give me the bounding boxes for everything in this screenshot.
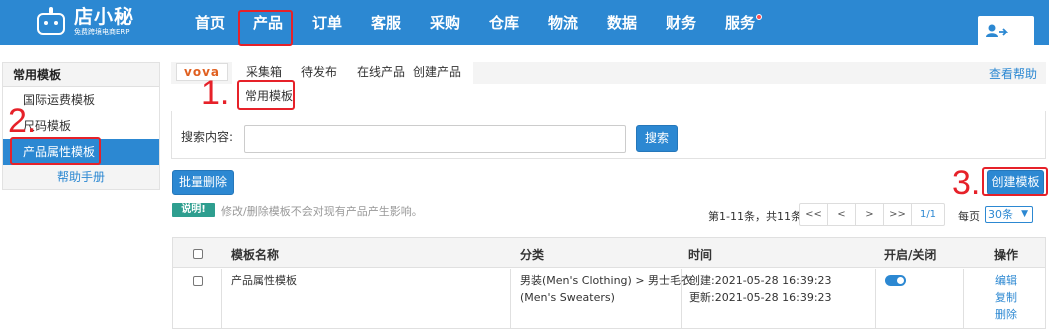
- header-template-name: 模板名称: [231, 248, 280, 262]
- chevron-down-icon: ▼: [1021, 209, 1028, 219]
- row-template-name: 产品属性模板: [231, 274, 297, 287]
- row-checkbox[interactable]: [193, 276, 203, 286]
- select-all-checkbox[interactable]: [193, 249, 203, 259]
- last-page-button[interactable]: >>: [884, 204, 912, 225]
- note-text: 修改/删除模板不会对现有产品产生影响。: [221, 205, 423, 218]
- nav-orders[interactable]: 订单: [312, 12, 342, 34]
- search-input[interactable]: [244, 125, 626, 153]
- user-switch-icon: [986, 24, 1008, 37]
- nav-data[interactable]: 数据: [607, 12, 637, 34]
- sidebar-help-link[interactable]: 帮助手册: [3, 165, 159, 191]
- tab-collection-box[interactable]: 采集箱: [246, 63, 282, 81]
- per-page-select[interactable]: 30条 ▼: [985, 206, 1033, 223]
- annotation-number-2: 2.: [8, 102, 37, 140]
- row-category-line1: 男装(Men's Clothing) > 男士毛衣: [520, 274, 693, 287]
- header-time: 时间: [688, 248, 713, 262]
- brand-logo[interactable]: 店小秘 免费跨境电商ERP: [34, 6, 134, 38]
- nav-home[interactable]: 首页: [195, 12, 225, 34]
- note-badge: 说明!: [172, 203, 215, 217]
- nav-services[interactable]: 服务: [725, 12, 755, 34]
- view-help-link[interactable]: 查看帮助: [989, 65, 1037, 82]
- table-header: 模板名称 分类 时间 开启/关闭 操作: [173, 238, 1045, 268]
- row-edit-link[interactable]: 编辑: [995, 272, 1017, 288]
- annotation-box-sidebar: [10, 137, 101, 165]
- search-label: 搜索内容:: [181, 130, 234, 144]
- tab-pending-publish[interactable]: 待发布: [301, 63, 337, 81]
- per-page-label: 每页: [958, 210, 980, 223]
- nav-logistics[interactable]: 物流: [548, 12, 578, 34]
- brand-tagline: 免费跨境电商ERP: [74, 28, 130, 36]
- pagination-summary: 第1-11条，共11条: [708, 210, 802, 223]
- robot-logo-icon: [34, 7, 68, 37]
- annotation-number-3: 3.: [952, 164, 981, 202]
- nav-warehouse[interactable]: 仓库: [489, 12, 519, 34]
- nav-purchasing[interactable]: 采购: [430, 12, 460, 34]
- annotation-box-subtab: [237, 80, 295, 110]
- bulk-delete-button[interactable]: 批量删除: [172, 170, 234, 195]
- header-actions: 操作: [994, 248, 1019, 262]
- row-created-time: 创建:2021-05-28 16:39:23: [689, 274, 832, 287]
- row-delete-link[interactable]: 删除: [995, 306, 1017, 322]
- row-copy-link[interactable]: 复制: [995, 289, 1017, 305]
- tab-online-products[interactable]: 在线产品: [357, 63, 405, 81]
- sidebar-title: 常用模板: [3, 63, 159, 87]
- row-enable-toggle[interactable]: [885, 275, 906, 286]
- user-menu-button[interactable]: [978, 16, 1034, 45]
- row-updated-time: 更新:2021-05-28 16:39:23: [689, 291, 832, 304]
- header-toggle: 开启/关闭: [884, 248, 937, 262]
- search-button[interactable]: 搜索: [636, 125, 678, 152]
- pagination: << < > >> 1/1: [799, 203, 945, 226]
- nav-finance[interactable]: 财务: [666, 12, 696, 34]
- tab-create-product[interactable]: 创建产品: [413, 63, 461, 81]
- per-page-value: 30条: [988, 208, 1013, 221]
- top-navbar: 店小秘 免费跨境电商ERP 首页 产品 订单 客服 采购 仓库 物流 数据 财务…: [0, 0, 1049, 45]
- nav-customer-service[interactable]: 客服: [371, 12, 401, 34]
- header-category: 分类: [520, 248, 545, 262]
- next-page-button[interactable]: >: [856, 204, 884, 225]
- annotation-box-create: [982, 167, 1048, 196]
- notification-dot: [756, 14, 762, 20]
- annotation-number-1: 1.: [201, 74, 230, 112]
- templates-table: 模板名称 分类 时间 开启/关闭 操作 产品属性模板 男装(Men's Clot…: [172, 237, 1046, 329]
- annotation-box-products: [238, 10, 293, 46]
- current-page: 1/1: [919, 209, 937, 220]
- first-page-button[interactable]: <<: [800, 204, 828, 225]
- brand-name: 店小秘: [74, 6, 135, 28]
- row-category-line2: (Men's Sweaters): [520, 291, 615, 304]
- prev-page-button[interactable]: <: [828, 204, 856, 225]
